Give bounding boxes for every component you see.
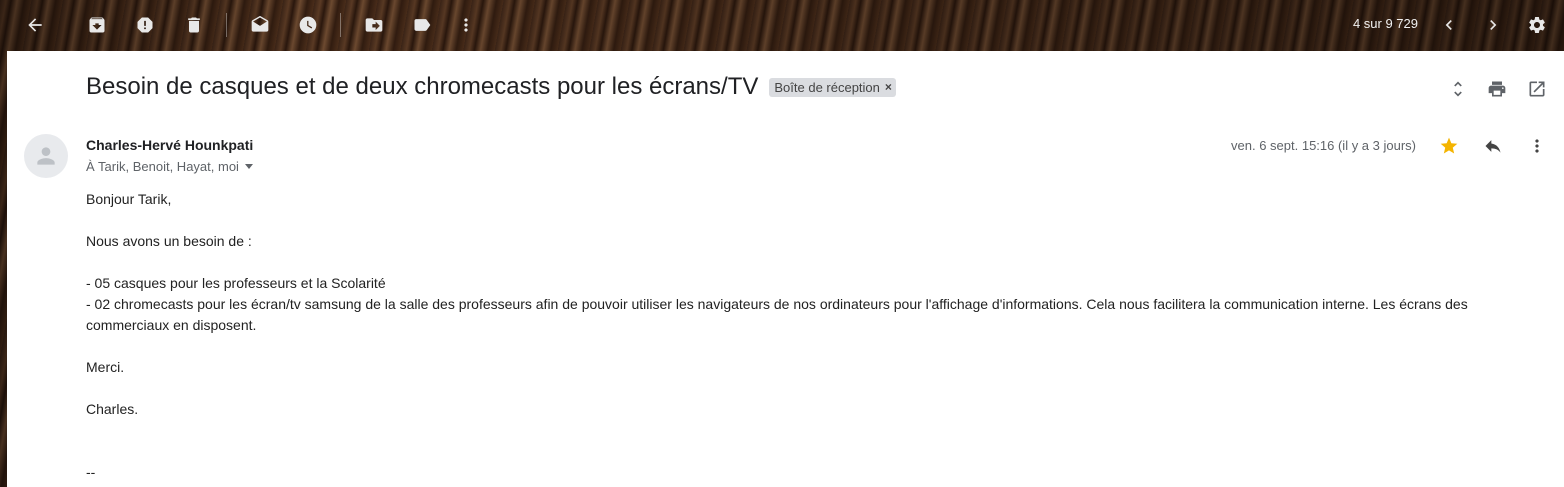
label-icon (414, 19, 431, 31)
move-to-button[interactable] (358, 9, 390, 41)
signature-separator: -- (86, 464, 96, 480)
snooze-icon (299, 16, 317, 34)
snooze-button[interactable] (292, 9, 324, 41)
older-button[interactable] (1477, 9, 1509, 41)
archive-button[interactable] (81, 9, 113, 41)
label-button[interactable] (406, 9, 438, 41)
inbox-label-chip[interactable]: Boîte de réception × (769, 77, 896, 97)
unfold-icon (1454, 81, 1462, 97)
toolbar-divider (226, 13, 227, 37)
message-more-button[interactable] (1523, 132, 1551, 160)
body-signoff: Charles. (86, 401, 139, 417)
more-vert-icon (464, 18, 468, 32)
email-subject: Besoin de casques et de deux chromecasts… (86, 73, 759, 100)
avatar (24, 134, 68, 178)
body-line: Nous avons un besoin de : (86, 233, 252, 249)
star-icon (1440, 137, 1458, 154)
reply-icon (1485, 140, 1501, 153)
reply-button[interactable] (1479, 132, 1507, 160)
recipients: À Tarik, Benoit, Hayat, moi (86, 159, 253, 174)
subject-row: Besoin de casques et de deux chromecasts… (86, 73, 896, 101)
message-panel: Besoin de casques et de deux chromecasts… (7, 51, 1564, 487)
toolbar-divider (340, 13, 341, 37)
mark-unread-button[interactable] (244, 9, 276, 41)
remove-label-button[interactable]: × (885, 80, 892, 94)
message-body: Bonjour Tarik, Nous avons un besoin de :… (86, 189, 1526, 483)
archive-icon (89, 17, 105, 33)
recipients-text: À Tarik, Benoit, Hayat, moi (86, 159, 239, 174)
newer-button[interactable] (1433, 9, 1465, 41)
gear-icon (1529, 16, 1545, 33)
body-list-item: - 05 casques pour les professeurs et la … (86, 275, 386, 291)
person-icon (37, 147, 55, 165)
chevron-left-icon (1445, 20, 1452, 30)
print-icon (1488, 81, 1506, 97)
back-icon (28, 18, 42, 32)
chevron-right-icon (1490, 20, 1497, 30)
print-all-button[interactable] (1483, 75, 1511, 103)
delete-icon (188, 17, 200, 33)
report-spam-icon (137, 17, 153, 33)
expand-all-button[interactable] (1444, 75, 1472, 103)
body-thanks: Merci. (86, 359, 125, 375)
more-actions-button[interactable] (450, 9, 482, 41)
star-button[interactable] (1435, 132, 1463, 160)
open-in-new-icon (1529, 81, 1545, 97)
body-greeting: Bonjour Tarik, (86, 191, 172, 207)
label-chip-text: Boîte de réception (774, 79, 880, 95)
delete-button[interactable] (178, 9, 210, 41)
body-list-item: - 02 chromecasts pour les écran/tv samsu… (86, 296, 1468, 333)
chevron-down-icon[interactable] (244, 164, 253, 169)
settings-button[interactable] (1521, 9, 1553, 41)
mark-unread-icon (251, 15, 269, 32)
report-spam-button[interactable] (129, 9, 161, 41)
message-counter: 4 sur 9 729 (1352, 16, 1418, 31)
move-to-icon (365, 18, 383, 32)
sender-name[interactable]: Charles-Hervé Hounkpati (86, 137, 253, 153)
toolbar: 4 sur 9 729 (0, 0, 1564, 50)
open-new-window-button[interactable] (1523, 75, 1551, 103)
more-vert-icon (1535, 139, 1539, 153)
back-button[interactable] (19, 9, 51, 41)
message-date: ven. 6 sept. 15:16 (il y a 3 jours) (1231, 138, 1416, 153)
